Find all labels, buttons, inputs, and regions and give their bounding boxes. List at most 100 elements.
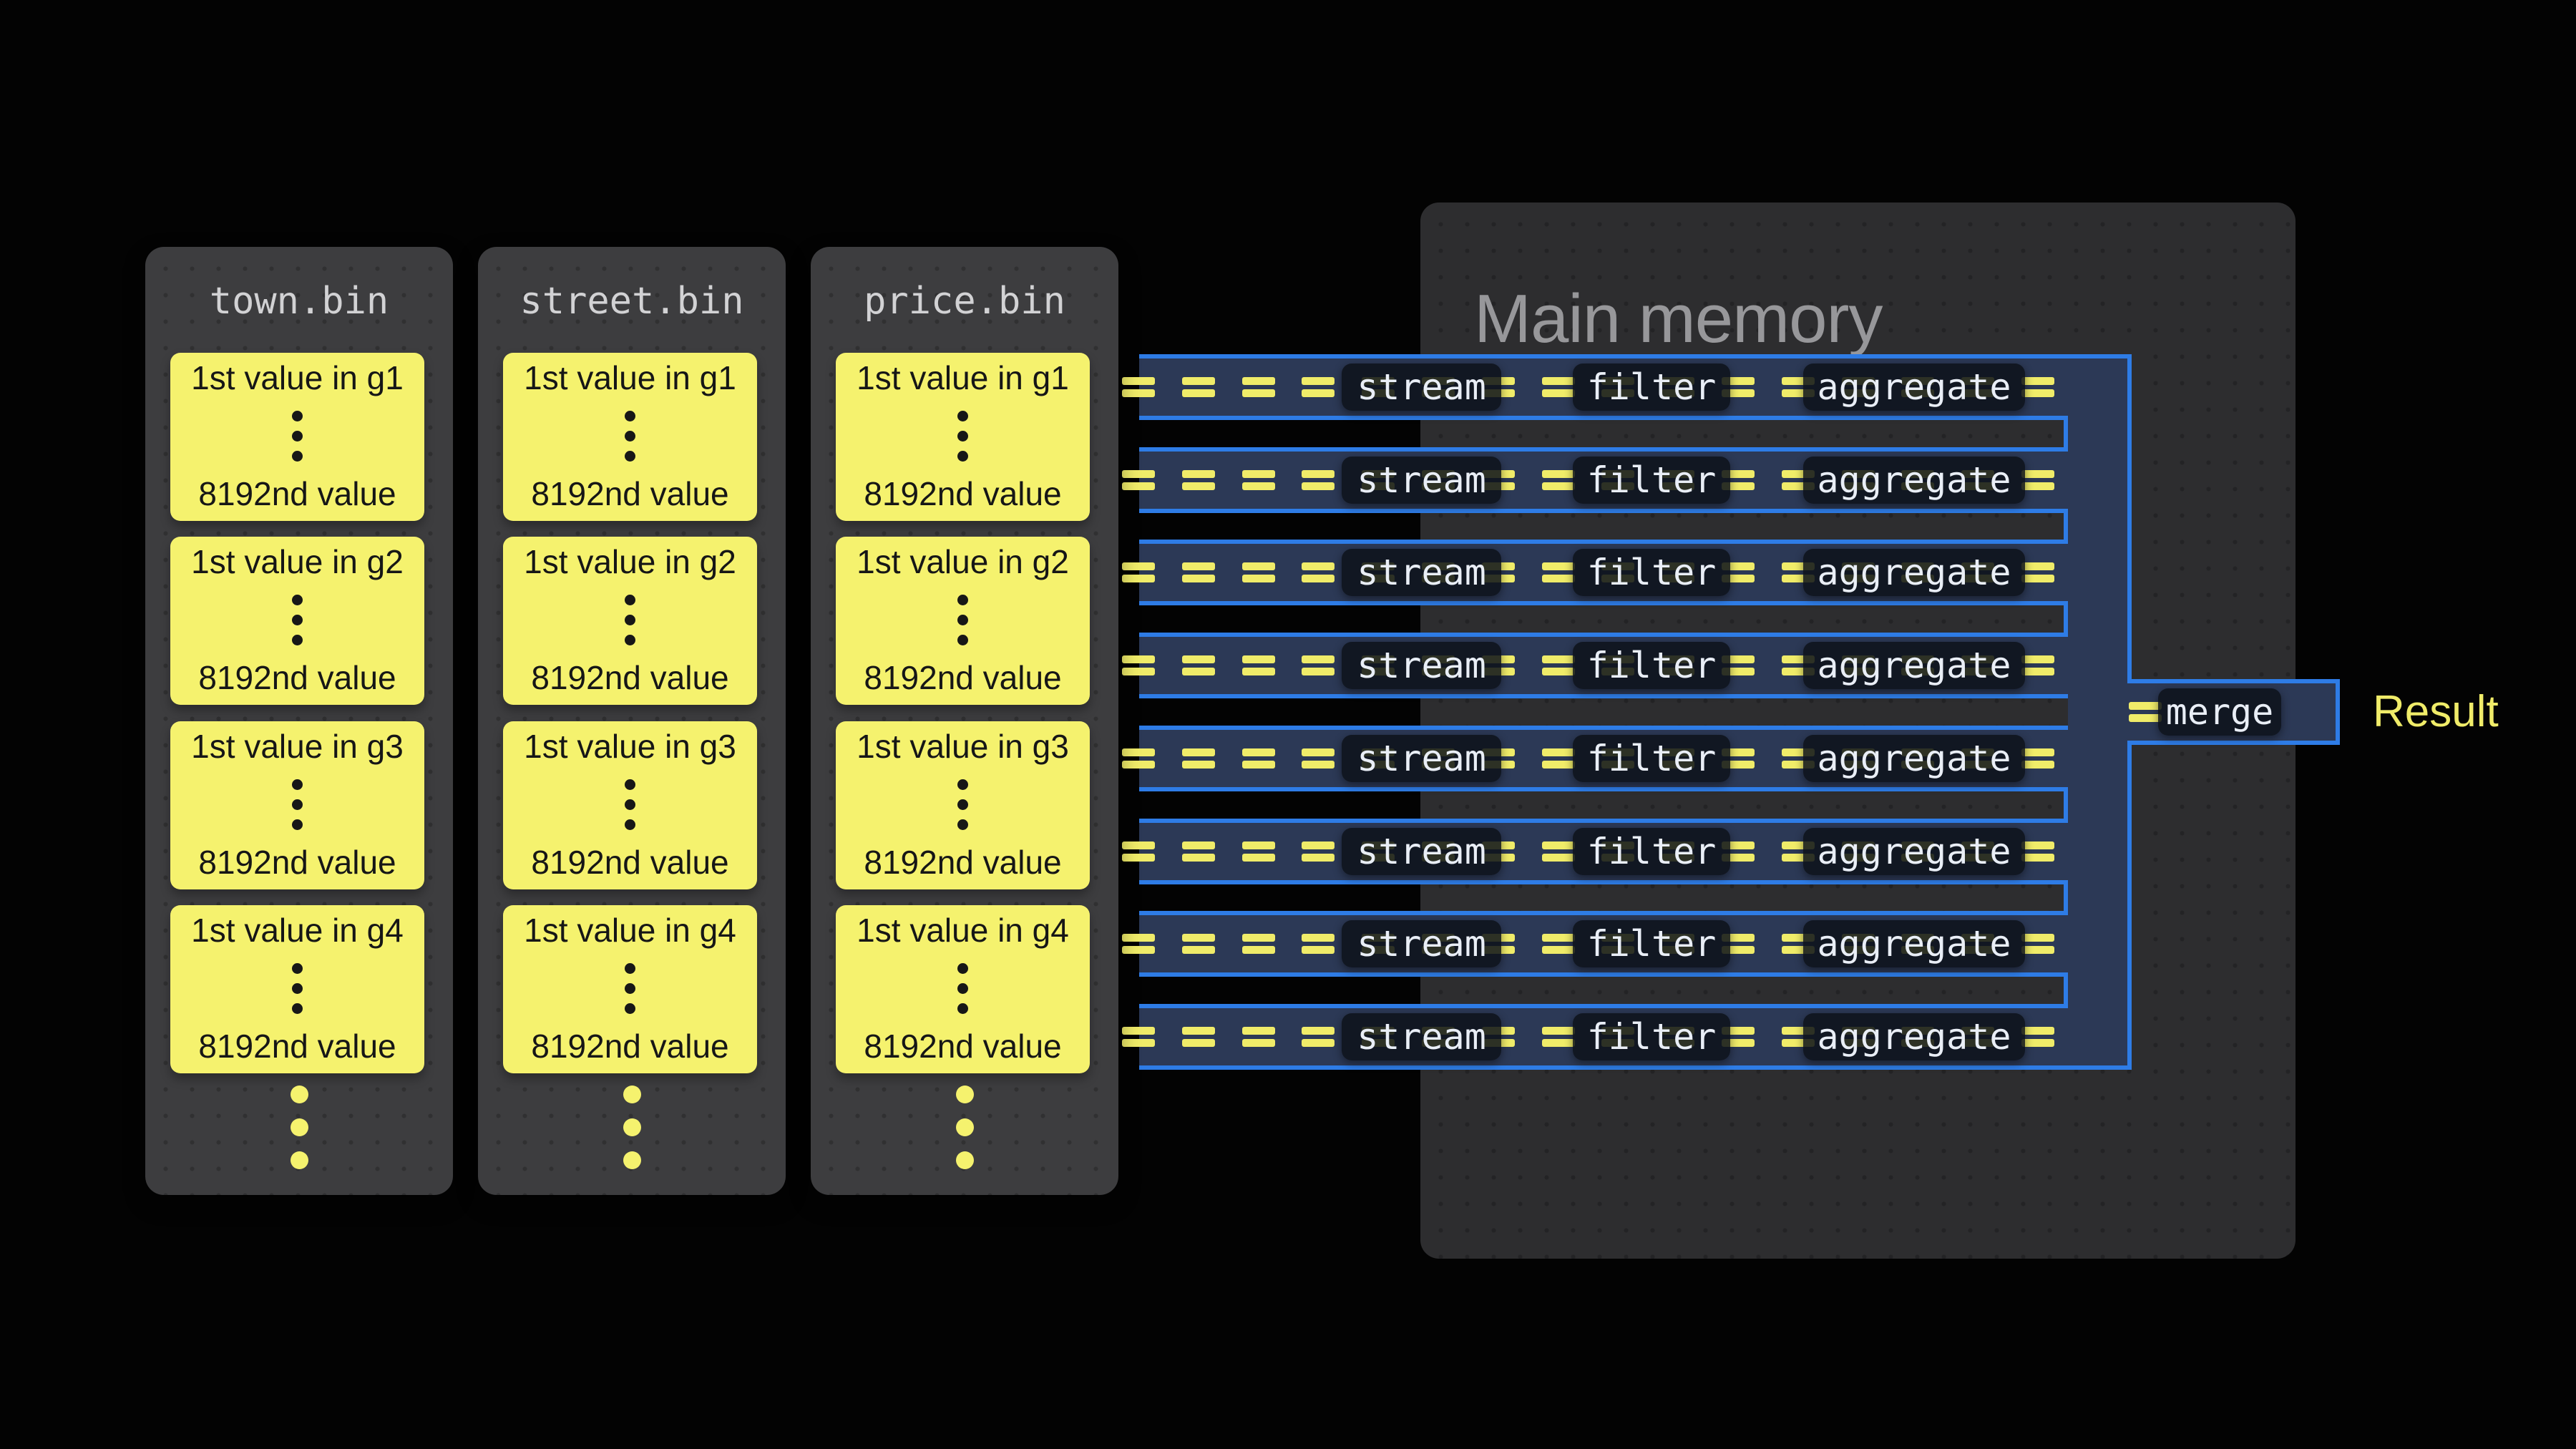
data-chunk-icon — [1542, 1027, 1575, 1047]
first-value-label: 1st value in g4 — [191, 912, 404, 949]
last-value-label: 8192nd value — [198, 844, 396, 881]
stage-label-filter: filter — [1573, 642, 1730, 689]
first-value-label: 1st value in g2 — [524, 544, 736, 580]
data-chunk-icon — [1242, 748, 1275, 769]
file-card-title: price.bin — [811, 283, 1118, 320]
data-chunk-icon — [1242, 562, 1275, 582]
value-group-block: 1st value in g2 8192nd value — [836, 537, 1090, 705]
last-value-label: 8192nd value — [531, 660, 728, 696]
diagram-canvas: Main memory stream filter aggregate stream f… — [0, 0, 2576, 1449]
ellipsis-dots-icon — [957, 779, 968, 830]
stage-label-stream: stream — [1342, 549, 1501, 596]
ellipsis-dots-icon — [292, 963, 303, 1014]
pipeline-row: stream filter aggregate — [1139, 1004, 2068, 1070]
data-chunk-icon — [1122, 1027, 1155, 1047]
first-value-label: 1st value in g3 — [524, 728, 736, 765]
first-value-label: 1st value in g2 — [857, 544, 1069, 580]
stage-label-aggregate: aggregate — [1803, 920, 2025, 967]
data-chunk-icon — [1542, 934, 1575, 954]
ellipsis-dots-icon — [625, 411, 635, 462]
data-chunk-icon — [1542, 655, 1575, 675]
empty-slot-band — [1139, 416, 2068, 452]
value-group-block: 1st value in g3 8192nd value — [836, 721, 1090, 889]
stage-label-stream: stream — [1342, 735, 1501, 782]
data-chunk-icon — [2021, 470, 2054, 490]
data-chunk-icon — [1242, 655, 1275, 675]
stage-label-aggregate: aggregate — [1803, 1013, 2025, 1060]
more-groups-ellipsis-icon — [145, 1085, 453, 1169]
stage-label-stream: stream — [1342, 1013, 1501, 1060]
first-value-label: 1st value in g4 — [857, 912, 1069, 949]
data-chunk-icon — [1182, 1027, 1215, 1047]
stage-label-filter: filter — [1573, 364, 1730, 411]
last-value-label: 8192nd value — [531, 476, 728, 512]
last-value-label: 8192nd value — [531, 1028, 728, 1065]
data-chunk-icon — [1302, 470, 1335, 490]
more-groups-ellipsis-icon — [478, 1085, 786, 1169]
data-chunk-icon — [1242, 841, 1275, 862]
data-chunk-icon — [1542, 748, 1575, 769]
stage-label-filter: filter — [1573, 1013, 1730, 1060]
empty-slot-band — [1139, 694, 2068, 730]
ellipsis-dots-icon — [625, 595, 635, 645]
data-chunk-icon — [1122, 562, 1155, 582]
data-chunk-icon — [1182, 655, 1215, 675]
data-chunk-icon — [1182, 841, 1215, 862]
first-value-label: 1st value in g1 — [191, 360, 404, 396]
stage-label-filter: filter — [1573, 457, 1730, 504]
stage-label-stream: stream — [1342, 828, 1501, 875]
pipeline-row: streamfilteraggregate — [1139, 540, 2068, 605]
stage-label-stream: stream — [1342, 457, 1501, 504]
value-group-block: 1st value in g28192nd value — [170, 537, 424, 705]
stage-label-filter: filter — [1573, 828, 1730, 875]
data-chunk-icon — [1182, 748, 1215, 769]
stage-label-stream: stream — [1342, 920, 1501, 967]
merge-bus — [2068, 354, 2132, 1070]
last-value-label: 8192nd value — [864, 476, 1061, 512]
value-group-block: 1st value in g48192nd value — [170, 905, 424, 1073]
first-value-label: 1st value in g1 — [524, 360, 736, 396]
file-card-town-bin: town.bin1st value in g18192nd value1st v… — [145, 247, 453, 1195]
data-chunk-icon — [1122, 655, 1155, 675]
pipeline-row: stream filter aggregate — [1139, 354, 2068, 420]
file-card-title: town.bin — [145, 283, 453, 320]
data-chunk-icon — [1122, 934, 1155, 954]
last-value-label: 8192nd value — [531, 844, 728, 881]
data-chunk-icon — [2129, 702, 2162, 722]
stage-label-aggregate: aggregate — [1803, 828, 2025, 875]
data-chunk-icon — [1302, 934, 1335, 954]
data-chunk-icon — [1242, 377, 1275, 397]
stage-label-aggregate: aggregate — [1803, 364, 2025, 411]
last-value-label: 8192nd value — [864, 660, 1061, 696]
stage-label-filter: filter — [1573, 920, 1730, 967]
data-chunk-icon — [1302, 377, 1335, 397]
data-chunk-icon — [1182, 377, 1215, 397]
pipeline-row: streamfilteraggregate — [1139, 726, 2068, 791]
last-value-label: 8192nd value — [864, 1028, 1061, 1065]
first-value-label: 1st value in g3 — [857, 728, 1069, 765]
stage-label-aggregate: aggregate — [1803, 642, 2025, 689]
ellipsis-dots-icon — [957, 411, 968, 462]
last-value-label: 8192nd value — [864, 844, 1061, 881]
stage-label-stream: stream — [1342, 364, 1501, 411]
first-value-label: 1st value in g2 — [191, 544, 404, 580]
pipeline-row: stream filter aggregate — [1139, 911, 2068, 977]
data-chunk-icon — [1122, 748, 1155, 769]
data-chunk-icon — [1542, 377, 1575, 397]
pipeline-row: streamfilteraggregate — [1139, 633, 2068, 698]
stage-label-filter: filter — [1573, 549, 1730, 596]
data-chunk-icon — [2021, 562, 2054, 582]
data-chunk-icon — [1122, 470, 1155, 490]
stage-label-aggregate: aggregate — [1803, 735, 2025, 782]
value-group-block: 1st value in g3 8192nd value — [503, 721, 757, 889]
pipeline-row: streamfilteraggregate — [1139, 447, 2068, 513]
value-group-block: 1st value in g4 8192nd value — [836, 905, 1090, 1073]
empty-slot-band — [1139, 601, 2068, 637]
ellipsis-dots-icon — [625, 963, 635, 1014]
data-chunk-icon — [1122, 841, 1155, 862]
value-group-block: 1st value in g18192nd value — [836, 353, 1090, 521]
main-memory-title: Main memory — [1474, 285, 1882, 353]
empty-slot-band — [1139, 972, 2068, 1008]
data-chunk-icon — [1122, 377, 1155, 397]
value-group-block: 1st value in g38192nd value — [170, 721, 424, 889]
